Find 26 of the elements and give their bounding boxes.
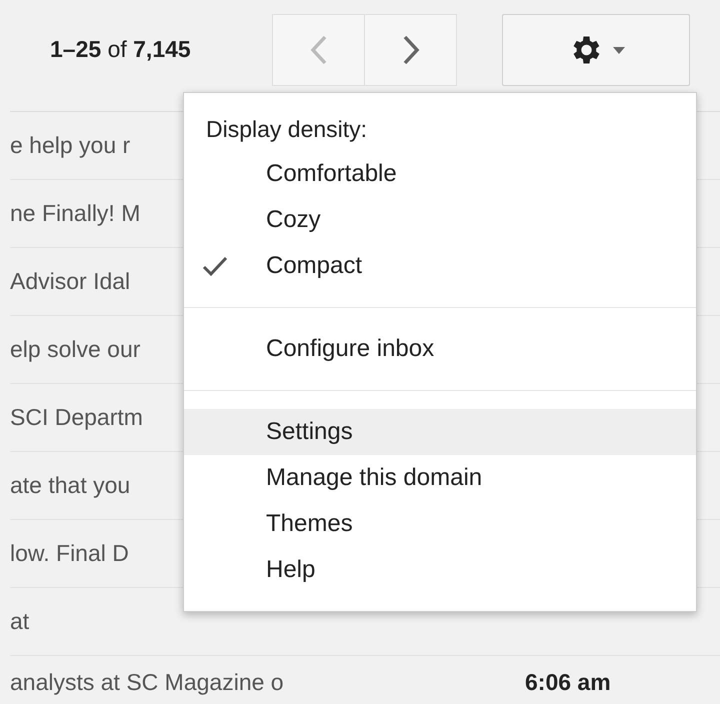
menu-item[interactable]: Comfortable [184, 151, 696, 197]
page-count: 1–25 of 7,145 [50, 36, 192, 63]
menu-item[interactable]: Themes [184, 501, 696, 547]
menu-item[interactable]: Settings [184, 409, 696, 455]
next-button[interactable] [364, 14, 457, 86]
chevron-left-icon [310, 35, 328, 65]
settings-button[interactable] [502, 14, 690, 86]
menu-item[interactable]: Manage this domain [184, 455, 696, 501]
menu-item[interactable]: Compact [184, 243, 696, 289]
menu-heading: Display density: [205, 115, 368, 144]
email-snippet: SCI Departm [10, 404, 143, 431]
menu-item[interactable]: Configure inbox [184, 326, 696, 372]
email-snippet: at [10, 608, 30, 635]
previous-button[interactable] [272, 14, 365, 86]
email-snippet: low. Final D [10, 540, 129, 567]
email-snippet: elp solve our [10, 336, 140, 363]
email-snippet: ate that you [10, 472, 130, 499]
email-snippet: Advisor Idal [10, 268, 130, 295]
menu-item[interactable]: Cozy [184, 197, 696, 243]
chevron-right-icon [402, 35, 420, 65]
email-time: 6:06 am [525, 669, 611, 696]
email-row[interactable]: analysts at SC Magazine o 6:06 am [10, 656, 720, 697]
email-snippet: ne Finally! M [10, 200, 140, 227]
caret-icon [613, 46, 625, 54]
email-snippet: analysts at SC Magazine o [10, 669, 284, 696]
email-snippet: e help you r [10, 132, 130, 159]
